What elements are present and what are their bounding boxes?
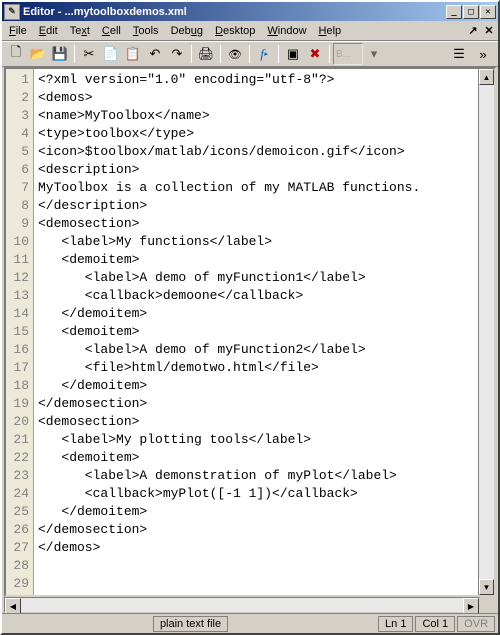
breakpoint-icon[interactable]: ▣ [282,43,304,65]
code-text[interactable]: <?xml version="1.0" encoding="utf-8"?><d… [34,69,478,595]
new-icon[interactable]: 🗋 [5,43,27,65]
menu-desktop[interactable]: Desktop [209,23,261,39]
status-col-value: 1 [442,618,448,630]
status-col: Col 1 [415,616,455,632]
paste-icon[interactable]: 📋 [122,43,144,65]
toolbar-separator [220,45,221,63]
toolbar: 🗋 📂 💾 ✂ 📄 📋 ↶ ↷ 🖨 👁 f▸ ▣ ✖ B... ▾ ☰ » [2,41,498,67]
scroll-track[interactable] [21,598,463,612]
window-title: Editor - ...mytoolboxdemos.xml [23,6,446,18]
hscroll-row: ◀ ▶ [4,597,496,613]
close-button[interactable]: ✕ [480,5,496,19]
horizontal-scrollbar[interactable]: ◀ ▶ [4,597,480,613]
toolbar-separator [278,45,279,63]
scroll-right-icon[interactable]: ▶ [463,598,479,614]
dock-button[interactable]: ↗ [466,24,480,38]
toolbar-separator [249,45,250,63]
menu-text[interactable]: Text [64,23,96,39]
debug-step-icon[interactable]: ▾ [363,43,385,65]
menu-debug[interactable]: Debug [165,23,209,39]
chevron-icon[interactable]: » [472,43,494,65]
editor-window: ✎ Editor - ...mytoolboxdemos.xml _ □ ✕ F… [0,0,500,635]
scroll-track[interactable] [479,85,494,579]
status-line: Ln 1 [378,616,413,632]
menu-cell[interactable]: Cell [96,23,127,39]
scroll-down-icon[interactable]: ▼ [479,579,494,595]
stack-icon[interactable]: ☰ [448,43,470,65]
resize-grip[interactable] [480,597,496,613]
cut-icon[interactable]: ✂ [78,43,100,65]
copy-icon[interactable]: 📄 [100,43,122,65]
redo-icon[interactable]: ↷ [166,43,188,65]
clear-breakpoint-icon[interactable]: ✖ [304,43,326,65]
menu-help[interactable]: Help [313,23,348,39]
menu-window[interactable]: Window [261,23,312,39]
menu-file[interactable]: File [3,23,33,39]
toolbar-separator [74,45,75,63]
undo-icon[interactable]: ↶ [144,43,166,65]
dock-close-button[interactable]: ✕ [482,24,496,38]
save-icon[interactable]: 💾 [49,43,71,65]
statusbar: plain text file Ln 1 Col 1 OVR [2,613,498,633]
function-icon[interactable]: f▸ [253,43,275,65]
menu-edit[interactable]: Edit [33,23,64,39]
maximize-button[interactable]: □ [463,5,479,19]
status-filetype: plain text file [153,616,228,632]
status-line-value: 1 [400,618,406,630]
print-icon[interactable]: 🖨 [195,43,217,65]
status-line-label: Ln [385,618,397,630]
menu-tools[interactable]: Tools [127,23,165,39]
status-col-label: Col [422,618,439,630]
status-ovr: OVR [457,616,495,632]
minimize-button[interactable]: _ [446,5,462,19]
titlebar[interactable]: ✎ Editor - ...mytoolboxdemos.xml _ □ ✕ [2,2,498,21]
scroll-left-icon[interactable]: ◀ [5,598,21,614]
menubar: File Edit Text Cell Tools Debug Desktop … [2,21,498,41]
base-dropdown[interactable]: B... [333,43,363,65]
editor-area: 1234567891011121314151617181920212223242… [4,67,496,597]
toolbar-separator [329,45,330,63]
app-icon: ✎ [4,4,20,20]
vertical-scrollbar[interactable]: ▲ ▼ [478,69,494,595]
line-gutter: 1234567891011121314151617181920212223242… [6,69,34,595]
find-icon[interactable]: 👁 [224,43,246,65]
scroll-up-icon[interactable]: ▲ [479,69,494,85]
open-icon[interactable]: 📂 [27,43,49,65]
toolbar-separator [191,45,192,63]
